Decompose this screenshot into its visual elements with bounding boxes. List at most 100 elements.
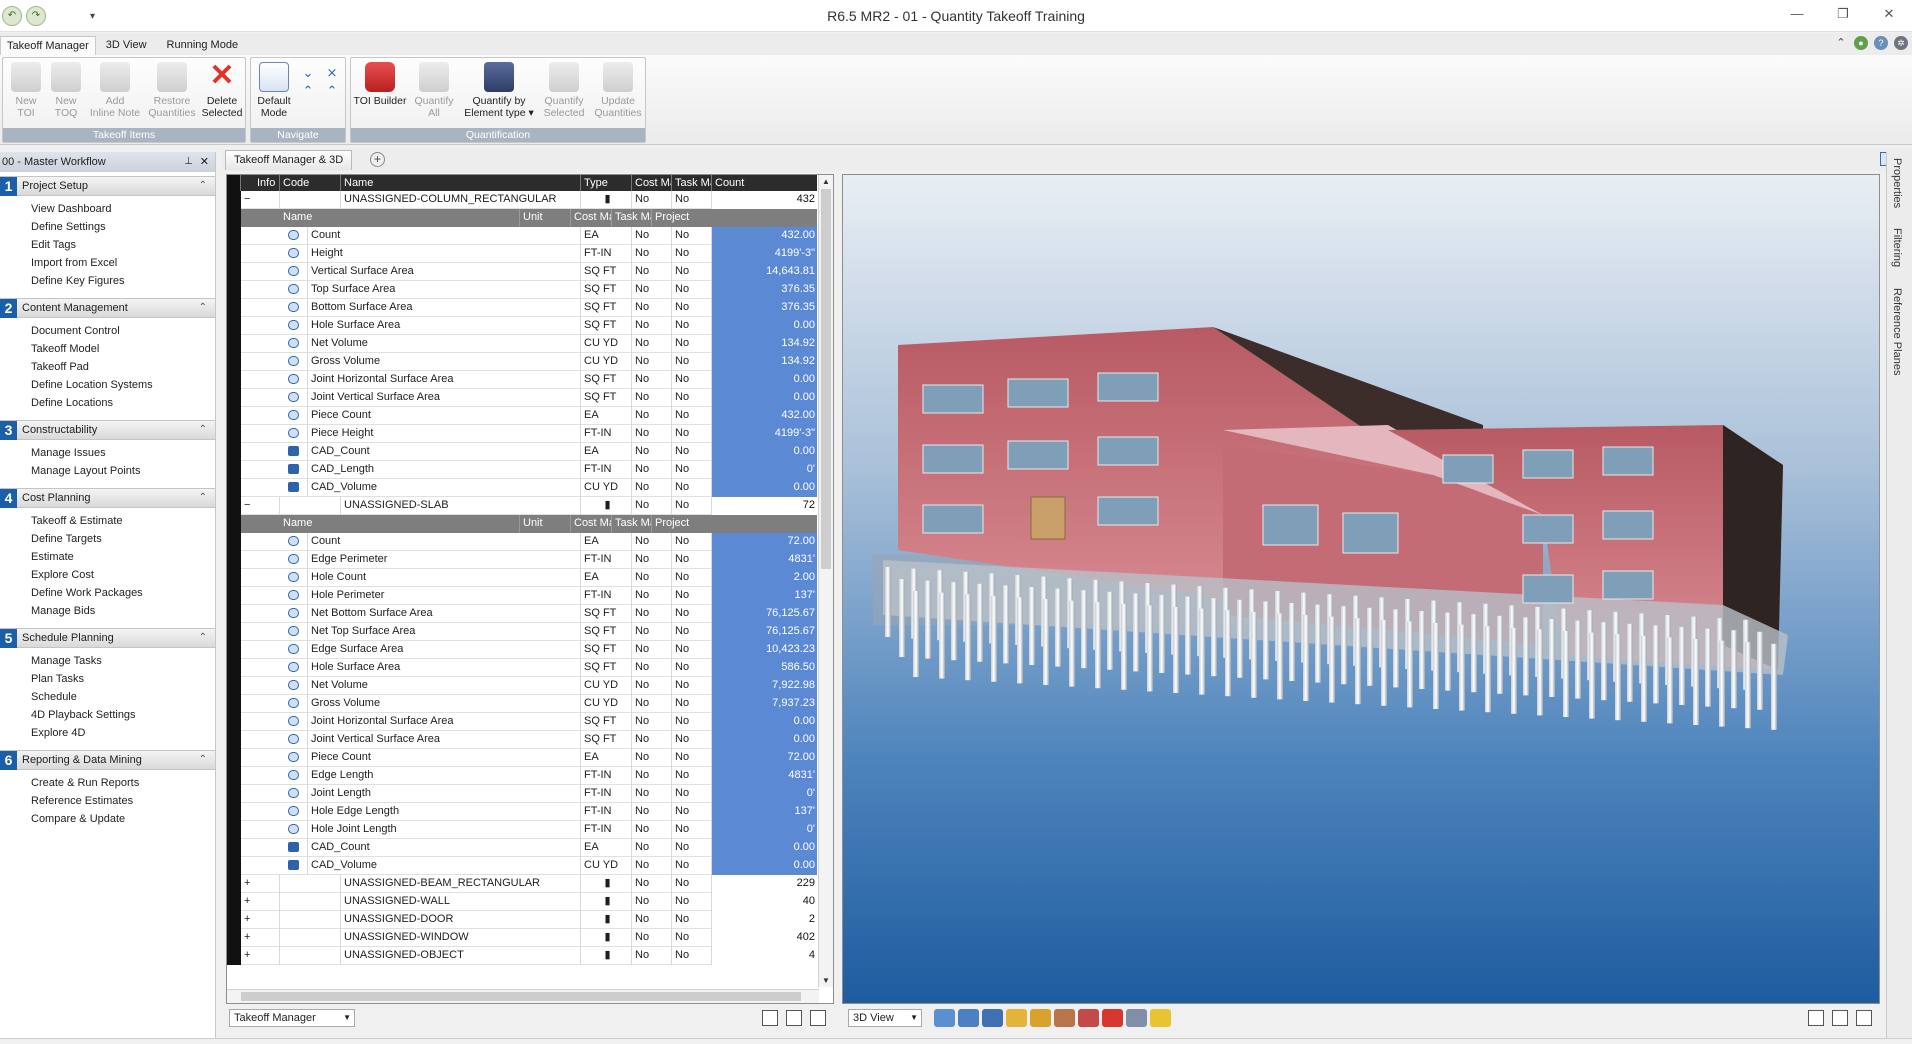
section-header[interactable]: 2 Content Management ⌃ — [0, 298, 215, 318]
grid-vertical-scrollbar[interactable]: ▲ ▼ — [818, 175, 833, 987]
project-value-cell[interactable]: 137' — [712, 803, 817, 821]
section-header[interactable]: 6 Reporting & Data Mining ⌃ — [0, 750, 215, 770]
horizontal-scroll-thumb[interactable] — [241, 992, 801, 1001]
collapse-section-icon[interactable]: ⌃ — [199, 421, 207, 439]
quantity-row[interactable]: Joint Vertical Surface Area SQ FT No No … — [227, 389, 817, 407]
quantity-row[interactable]: Net Bottom Surface Area SQ FT No No 76,1… — [227, 605, 817, 623]
update-quantities-button[interactable]: Update Quantities — [591, 62, 645, 119]
group-row[interactable]: + UNASSIGNED-BEAM_RECTANGULAR ▮ No No 22… — [227, 875, 817, 893]
tab-3d-view[interactable]: 3D View — [96, 35, 157, 55]
new-toq-button[interactable]: New TOQ — [43, 62, 89, 119]
project-value-cell[interactable]: 4199'-3" — [712, 425, 817, 443]
project-value-cell[interactable]: 586.50 — [712, 659, 817, 677]
project-value-cell[interactable]: 0.00 — [712, 443, 817, 461]
quantity-row[interactable]: Gross Volume CU YD No No 7,937.23 — [227, 695, 817, 713]
collapse-section-icon[interactable]: ⌃ — [199, 751, 207, 769]
project-value-cell[interactable]: 0.00 — [712, 389, 817, 407]
dock-icon[interactable] — [786, 1010, 802, 1026]
quantity-row[interactable]: Net Top Surface Area SQ FT No No 76,125.… — [227, 623, 817, 641]
expand-toggle[interactable]: + — [241, 947, 280, 965]
quantity-row[interactable]: Net Volume CU YD No No 7,922.98 — [227, 677, 817, 695]
project-value-cell[interactable]: 0.00 — [712, 713, 817, 731]
expand-toggle[interactable]: − — [241, 191, 280, 209]
vertical-scroll-thumb[interactable] — [821, 189, 831, 569]
workflow-link[interactable]: Define Targets — [31, 530, 215, 548]
navigate-collapse-icon[interactable]: ⨯ ⌃ — [325, 64, 339, 100]
quantity-row[interactable]: Height FT-IN No No 4199'-3" — [227, 245, 817, 263]
collapse-ribbon-icon[interactable]: ⌃ — [1834, 36, 1848, 50]
col-task-manager[interactable]: Task Ma — [672, 175, 712, 191]
project-value-cell[interactable]: 0.00 — [712, 317, 817, 335]
tab-takeoff-manager[interactable]: Takeoff Manager — [0, 36, 96, 55]
quantify-selected-button[interactable]: Quantify Selected — [541, 62, 587, 119]
quantity-row[interactable]: Piece Count EA No No 72.00 — [227, 749, 817, 767]
quantity-row[interactable]: Net Volume CU YD No No 134.92 — [227, 335, 817, 353]
collapse-section-icon[interactable]: ⌃ — [199, 489, 207, 507]
section-header[interactable]: 4 Cost Planning ⌃ — [0, 488, 215, 508]
quantity-row[interactable]: Hole Edge Length FT-IN No No 137' — [227, 803, 817, 821]
project-value-cell[interactable]: 0.00 — [712, 857, 817, 875]
close-window-button[interactable]: ✕ — [1866, 0, 1912, 30]
workflow-link[interactable]: Takeoff Pad — [31, 358, 215, 376]
restore-quantities-button[interactable]: Restore Quantities — [145, 62, 199, 119]
quantity-row[interactable]: Joint Length FT-IN No No 0' — [227, 785, 817, 803]
tab-takeoff-manager-3d[interactable]: Takeoff Manager & 3D — [225, 150, 353, 170]
navigate-down-icon[interactable]: ⌄ ⌃ — [301, 64, 315, 100]
project-value-cell[interactable]: 0' — [712, 785, 817, 803]
project-value-cell[interactable]: 76,125.67 — [712, 623, 817, 641]
scroll-down-icon[interactable]: ▼ — [819, 976, 833, 985]
quantity-row[interactable]: Count EA No No 432.00 — [227, 227, 817, 245]
3d-viewer[interactable] — [842, 174, 1880, 1004]
quantity-row[interactable]: Edge Length FT-IN No No 4831' — [227, 767, 817, 785]
quantity-row[interactable]: Joint Horizontal Surface Area SQ FT No N… — [227, 371, 817, 389]
quantity-row[interactable]: CAD_Count EA No No 0.00 — [227, 443, 817, 461]
section-header[interactable]: 5 Schedule Planning ⌃ — [0, 628, 215, 648]
quantity-row[interactable]: Joint Horizontal Surface Area SQ FT No N… — [227, 713, 817, 731]
workflow-link[interactable]: Takeoff Model — [31, 340, 215, 358]
building-model[interactable] — [843, 175, 1879, 1003]
collapse-section-icon[interactable]: ⌃ — [199, 177, 207, 195]
add-inline-note-button[interactable]: Add Inline Note — [87, 62, 143, 119]
col-code[interactable]: Code — [280, 175, 341, 191]
project-value-cell[interactable]: 134.92 — [712, 335, 817, 353]
quantity-row[interactable]: Edge Perimeter FT-IN No No 4831' — [227, 551, 817, 569]
quantity-row[interactable]: CAD_Length FT-IN No No 0' — [227, 461, 817, 479]
workflow-link[interactable]: Manage Issues — [31, 444, 215, 462]
group-row[interactable]: + UNASSIGNED-WALL ▮ No No 40 — [227, 893, 817, 911]
viewer-window-icon[interactable] — [1808, 1010, 1824, 1026]
project-value-cell[interactable]: 14,643.81 — [712, 263, 817, 281]
zoom-extents-icon[interactable] — [982, 1009, 1003, 1027]
help-icon[interactable]: ? — [1874, 36, 1888, 50]
project-value-cell[interactable]: 376.35 — [712, 281, 817, 299]
workflow-link[interactable]: Explore Cost — [31, 566, 215, 584]
workflow-link[interactable]: Define Location Systems — [31, 376, 215, 394]
expand-toggle[interactable]: − — [241, 497, 280, 515]
project-value-cell[interactable]: 432.00 — [712, 227, 817, 245]
workflow-link[interactable]: 4D Playback Settings — [31, 706, 215, 724]
project-value-cell[interactable]: 4199'-3" — [712, 245, 817, 263]
zoom-icon[interactable] — [958, 1009, 979, 1027]
quantity-row[interactable]: CAD_Volume CU YD No No 0.00 — [227, 857, 817, 875]
workflow-link[interactable]: Manage Layout Points — [31, 462, 215, 480]
workflow-link[interactable]: Plan Tasks — [31, 670, 215, 688]
quantity-row[interactable]: CAD_Count EA No No 0.00 — [227, 839, 817, 857]
viewer-dock-icon[interactable] — [1832, 1010, 1848, 1026]
pan-hand-icon[interactable] — [1006, 1009, 1027, 1027]
3d-view-combo[interactable]: 3D View ▼ — [848, 1009, 922, 1027]
group-row[interactable]: − UNASSIGNED-COLUMN_RECTANGULAR ▮ No No … — [227, 191, 817, 209]
quantity-row[interactable]: Edge Surface Area SQ FT No No 10,423.23 — [227, 641, 817, 659]
pin-icon[interactable]: ⊥ — [184, 152, 193, 172]
workflow-link[interactable]: Define Work Packages — [31, 584, 215, 602]
workflow-link[interactable]: View Dashboard — [31, 200, 215, 218]
delete-selected-button[interactable]: ✕ Delete Selected — [199, 61, 245, 120]
quantity-row[interactable]: Hole Joint Length FT-IN No No 0' — [227, 821, 817, 839]
zoom-window-icon[interactable] — [934, 1009, 955, 1027]
project-value-cell[interactable]: 0.00 — [712, 479, 817, 497]
quantify-by-element-type-button[interactable]: Quantify by Element type ▾ — [459, 62, 539, 119]
project-value-cell[interactable]: 7,937.23 — [712, 695, 817, 713]
toi-builder-button[interactable]: TOI Builder — [351, 62, 409, 107]
col-count[interactable]: Count — [712, 175, 817, 191]
walk-icon[interactable] — [1054, 1009, 1075, 1027]
gear-icon[interactable]: ✲ — [1894, 36, 1908, 50]
project-value-cell[interactable]: 0.00 — [712, 839, 817, 857]
